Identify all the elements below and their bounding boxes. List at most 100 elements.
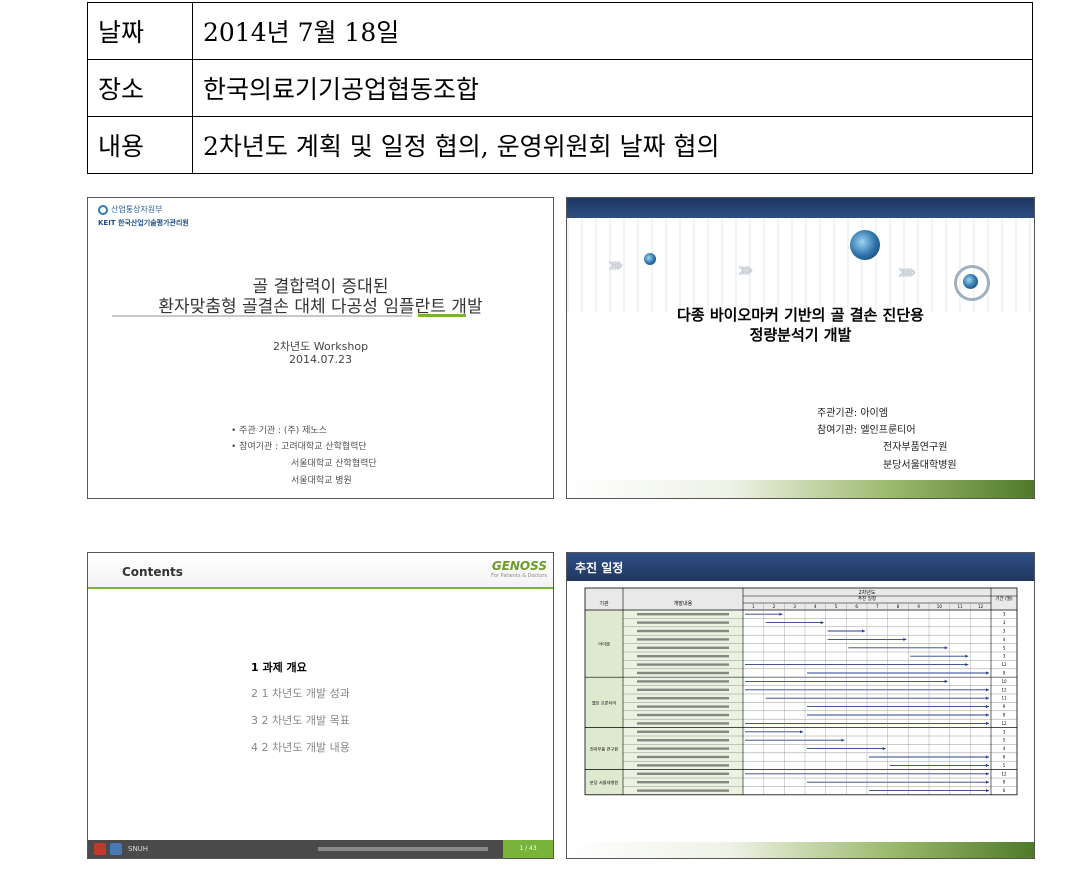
month-label: 6	[855, 604, 858, 609]
period-value: 3	[1003, 612, 1006, 617]
slide-title-line2: 환자맞춤형 골결손 대체 다공성 임플란트 개발	[158, 297, 483, 317]
org-column-header: 기관	[599, 600, 609, 607]
task-description	[637, 638, 729, 641]
participant-org-line: 분당서울대학병원	[883, 460, 957, 471]
contents-item: 2 1 차년도 개발 성과	[251, 687, 350, 700]
genoss-logo: GENOSS	[491, 559, 547, 573]
schedule-bar-arrow	[779, 612, 783, 616]
schedule-bar-arrow	[903, 637, 907, 641]
participant-org-line: 참여기관: 엘인프룬티어	[817, 425, 916, 436]
meeting-info-table: 날짜 2014년 7월 18일 장소 한국의료기기공업협동조합 내용 2차년도 …	[87, 2, 1033, 174]
ministry-emblem-icon	[98, 204, 108, 215]
slide-bone-implant-title: 산업통상자원부 KEIT 한국산업기술평가관리원 골 결합력이 증대된 환자맞춤…	[87, 197, 554, 499]
schedule-bar-arrow	[965, 663, 969, 667]
month-label: 10	[937, 604, 943, 609]
period-value: 9	[1003, 780, 1006, 785]
schedule-bar-arrow	[882, 747, 886, 751]
period-value: 4	[1003, 637, 1006, 642]
globe-icon	[963, 274, 978, 289]
chevron-decoration-icon: ››››	[737, 258, 754, 283]
table-row: 내용 2차년도 계획 및 일정 협의, 운영위원회 날짜 협의	[87, 116, 1033, 174]
participant-org-line: 전자부품연구원	[883, 442, 948, 453]
month-label: 9	[917, 604, 920, 609]
task-description	[637, 772, 729, 775]
snuh-logo: SNUH	[128, 845, 149, 853]
task-description	[637, 781, 729, 784]
slide-footer-gradient	[567, 842, 1034, 858]
slide-title-line2: 정량분석기 개발	[749, 326, 852, 344]
university-logo-icon	[94, 843, 106, 855]
task-description	[637, 713, 729, 717]
content-value: 2차년도 계획 및 일정 협의, 운영위원회 날짜 협의	[192, 116, 1033, 174]
globe-icon	[850, 230, 880, 260]
task-description	[637, 629, 729, 633]
period-value: 3	[1003, 620, 1006, 625]
lead-org-line: 주관기관: 아이엠	[817, 408, 888, 419]
schedule-bar-arrow	[986, 688, 989, 692]
contents-item: 3 2 차년도 개발 목표	[251, 714, 350, 727]
year-label: 2차년도	[859, 589, 876, 596]
slide-title-line1: 다종 바이오마커 기반의 골 결손 진단용	[677, 306, 924, 324]
globe-icon	[644, 253, 656, 265]
task-description	[637, 722, 729, 725]
task-description	[637, 764, 729, 767]
date-value: 2014년 7월 18일	[192, 2, 1033, 60]
task-description	[637, 688, 729, 691]
slide-header-bar	[567, 198, 1034, 218]
table-row: 장소 한국의료기기공업협동조합	[87, 59, 1033, 117]
task-description	[637, 705, 729, 708]
schedule-bar-arrow	[986, 705, 989, 709]
month-label: 12	[978, 604, 984, 609]
ministry-name: 산업통상자원부	[111, 205, 163, 214]
period-value: 10	[1001, 679, 1007, 684]
content-label: 내용	[87, 116, 193, 174]
period-value: 12	[1001, 687, 1007, 692]
period-value: 12	[1001, 662, 1007, 667]
schedule-bar-arrow	[986, 671, 989, 675]
table-header-bg	[585, 588, 1017, 610]
task-description	[637, 747, 729, 750]
workshop-date: 2014.07.23	[289, 353, 352, 366]
task-description	[637, 621, 729, 624]
brand-tagline: For Patients & Doctors	[491, 573, 547, 579]
task-description	[637, 730, 729, 733]
slide-footer-gradient	[567, 480, 1034, 498]
month-label: 5	[835, 604, 838, 609]
place-value: 한국의료기기공업협동조합	[192, 59, 1033, 117]
period-value: 3	[1003, 729, 1006, 734]
period-value: 12	[1001, 771, 1007, 776]
task-description	[637, 663, 729, 666]
page-number: 1 / 43	[503, 840, 553, 858]
date-label: 날짜	[87, 2, 193, 60]
period-value: 5	[1003, 763, 1006, 768]
task-description	[637, 655, 729, 658]
schedule-bar-arrow	[986, 696, 989, 700]
group-label: 아이엠	[598, 641, 610, 648]
schedule-bar-arrow	[841, 738, 845, 742]
schedule-bar-arrow	[986, 772, 989, 776]
group-label: 분당 서울대병원	[590, 779, 618, 786]
schedule-bar-arrow	[820, 621, 824, 625]
contents-item: 4 2 차년도 개발 내용	[251, 741, 350, 754]
schedule-bar-arrow	[986, 780, 989, 784]
month-label: 8	[897, 604, 900, 609]
chevron-decoration-icon: ›››››	[897, 260, 917, 285]
period-value: 9	[1003, 704, 1006, 709]
period-value: 3	[1003, 654, 1006, 659]
schedule-bar-arrow	[944, 646, 948, 650]
task-description	[637, 671, 729, 675]
schedule-bar-arrow	[800, 730, 803, 734]
period-value: 9	[1003, 671, 1006, 676]
task-description	[637, 739, 729, 742]
month-label: 3	[793, 604, 796, 609]
participant-org-line: • 참여기관 : 고려대학교 산학협력단	[231, 442, 367, 452]
slide-contents: Contents GENOSS For Patients & Doctors 1…	[87, 552, 554, 859]
month-label: 11	[957, 604, 963, 609]
title-divider	[112, 315, 412, 317]
schedule-gantt-chart: 2차년도기관 개발내용추진 일정 기간 (월)1 2 3 4 5 6 7 8 9 10 11 12아이엠엘…	[584, 587, 1018, 796]
period-value: 6	[1003, 755, 1006, 760]
schedule-bar-arrow	[944, 679, 948, 683]
schedule-bar-arrow	[986, 763, 989, 767]
slide-schedule: 추진 일정 2차년도 기관 개발내용 추진 일정 기간 (월) 1 2 3 4 5 6 7 8 9 10 11…	[566, 552, 1035, 859]
contents-item: 1 과제 개요	[251, 661, 307, 674]
